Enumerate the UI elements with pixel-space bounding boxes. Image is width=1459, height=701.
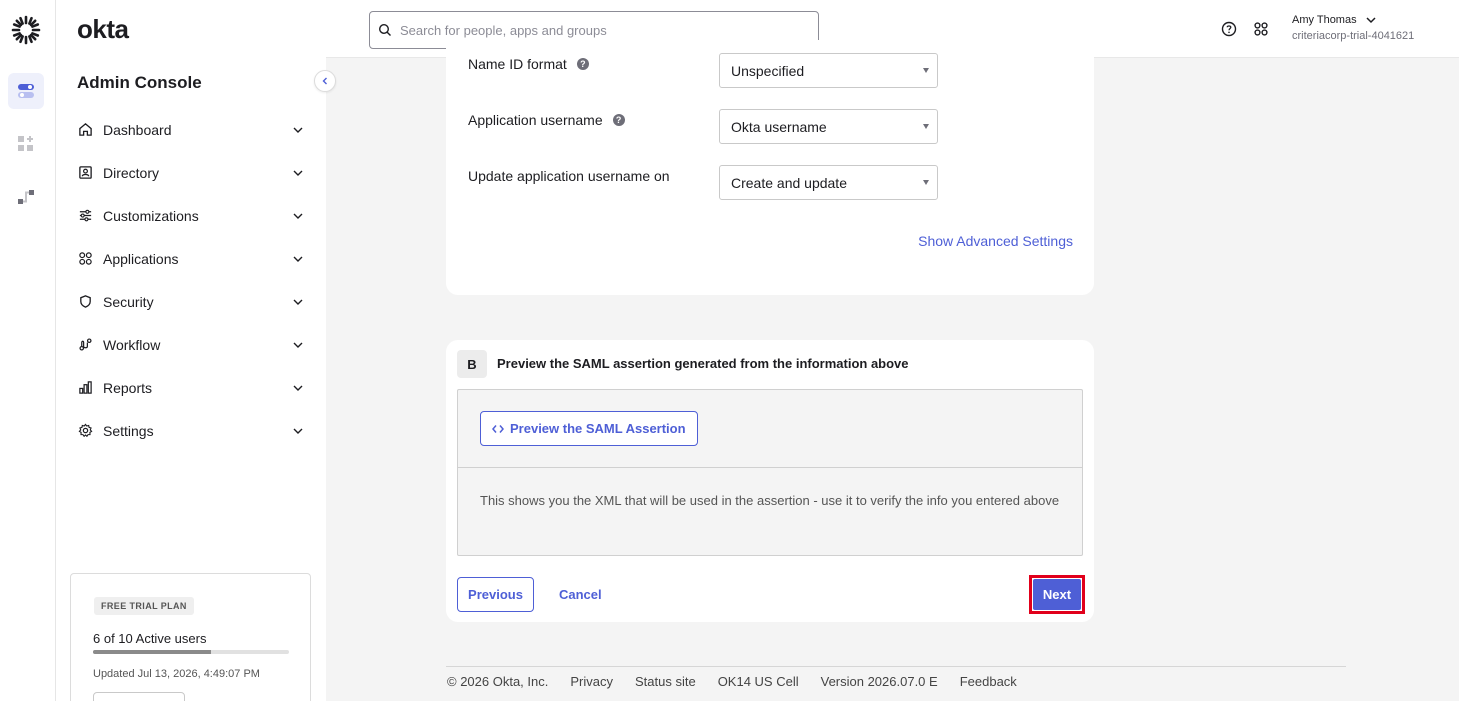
chevron-down-icon <box>293 342 303 348</box>
add-apps-rail-button[interactable] <box>8 126 44 162</box>
footer-copyright: © 2026 Okta, Inc. <box>447 674 549 689</box>
console-title: Admin Console <box>77 73 202 92</box>
update-username-row: Update application username on <box>468 168 670 184</box>
cancel-button[interactable]: Cancel <box>559 587 602 602</box>
search-icon <box>378 23 391 36</box>
shield-icon <box>79 295 91 308</box>
update-username-label: Update application username on <box>468 168 670 184</box>
sidebar-item-customizations[interactable]: Customizations <box>56 194 326 237</box>
chevron-down-icon <box>293 385 303 391</box>
toggle-icon <box>18 84 34 98</box>
chevron-down-icon <box>293 299 303 305</box>
search-input[interactable] <box>400 22 800 38</box>
app-switcher-icon[interactable] <box>1253 21 1269 37</box>
sidebar-item-label: Dashboard <box>103 121 172 138</box>
sidebar-item-reports[interactable]: Reports <box>56 366 326 409</box>
collapse-sidebar-button[interactable] <box>314 70 336 92</box>
chevron-left-icon <box>322 77 327 85</box>
workflow-rail-button[interactable] <box>8 179 44 215</box>
footer-status-link[interactable]: Status site <box>635 674 696 689</box>
show-advanced-settings-link[interactable]: Show Advanced Settings <box>918 233 1073 249</box>
name-id-format-row: Name ID format ? <box>468 56 589 72</box>
workflow-icon <box>78 338 92 351</box>
saml-preview-card: B Preview the SAML assertion generated f… <box>446 340 1094 622</box>
help-tooltip-icon[interactable]: ? <box>576 58 589 70</box>
preview-panel: Preview the SAML Assertion This shows yo… <box>457 389 1083 556</box>
directory-icon <box>78 166 92 179</box>
name-id-format-select[interactable]: Unspecified <box>719 53 938 88</box>
reports-icon <box>78 381 92 394</box>
sidebar-item-label: Settings <box>103 422 154 439</box>
chevron-down-icon <box>1366 17 1376 24</box>
footer-divider <box>446 666 1346 667</box>
updated-timestamp: Updated Jul 13, 2026, 4:49:07 PM <box>93 668 260 680</box>
sidebar-nav: Dashboard Directory Customizations Appli… <box>56 108 326 452</box>
trial-plan-card: FREE TRIAL PLAN 6 of 10 Active users Upd… <box>70 573 311 701</box>
sidebar-item-dashboard[interactable]: Dashboard <box>56 108 326 151</box>
caret-down-icon <box>923 124 929 129</box>
step-badge: B <box>457 350 487 378</box>
select-value: Unspecified <box>731 62 805 79</box>
user-name: Amy Thomas <box>1292 14 1357 26</box>
sidebar-item-settings[interactable]: Settings <box>56 409 326 452</box>
sidebar: okta Admin Console Dashboard Directory C… <box>56 0 326 701</box>
footer-feedback-link[interactable]: Feedback <box>960 674 1017 689</box>
sidebar-item-security[interactable]: Security <box>56 280 326 323</box>
apps-icon <box>78 252 92 265</box>
footer-version: Version 2026.07.0 E <box>820 674 938 689</box>
user-org: criteriacorp-trial-4041621 <box>1292 30 1415 42</box>
sidebar-item-label: Applications <box>103 250 179 267</box>
app-username-select[interactable]: Okta username <box>719 109 938 144</box>
chevron-down-icon <box>293 170 303 176</box>
chevron-down-icon <box>293 213 303 219</box>
sidebar-item-applications[interactable]: Applications <box>56 237 326 280</box>
user-menu[interactable]: Amy Thomas criteriacorp-trial-4041621 <box>1292 14 1414 42</box>
code-icon <box>492 424 504 433</box>
app-rail <box>0 0 56 701</box>
next-button[interactable]: Next <box>1033 579 1081 610</box>
sidebar-item-workflow[interactable]: Workflow <box>56 323 326 366</box>
help-icon[interactable] <box>1221 21 1237 37</box>
sidebar-item-label: Workflow <box>103 336 161 353</box>
caret-down-icon <box>923 68 929 73</box>
sidebar-item-label: Security <box>103 293 154 310</box>
step-title: Preview the SAML assertion generated fro… <box>497 356 909 371</box>
home-icon <box>78 123 92 136</box>
next-button-highlight: Next <box>1029 575 1085 614</box>
chevron-down-icon <box>293 127 303 133</box>
footer-cell: OK14 US Cell <box>717 674 799 689</box>
previous-button[interactable]: Previous <box>457 577 534 612</box>
sidebar-item-label: Reports <box>103 379 153 396</box>
app-username-row: Application username ? <box>468 112 625 128</box>
gear-icon <box>78 423 92 438</box>
update-username-select[interactable]: Create and update <box>719 165 938 200</box>
okta-logo[interactable]: okta <box>77 14 129 45</box>
app-username-label: Application username <box>468 112 603 128</box>
grid-plus-icon <box>18 136 33 151</box>
select-value: Create and update <box>731 174 847 191</box>
button-label: Preview the SAML Assertion <box>510 421 686 436</box>
sliders-icon <box>79 209 91 222</box>
footer: © 2026 Okta, Inc. Privacy Status site OK… <box>447 674 1039 689</box>
sidebar-item-label: Directory <box>103 164 160 181</box>
attribute-settings-card: Name ID format ? Unspecified Application… <box>446 40 1094 295</box>
chevron-down-icon <box>293 428 303 434</box>
footer-privacy-link[interactable]: Privacy <box>570 674 613 689</box>
trial-action-button[interactable] <box>93 692 185 701</box>
sidebar-item-directory[interactable]: Directory <box>56 151 326 194</box>
active-users-count: 6 of 10 Active users <box>93 631 207 646</box>
name-id-format-label: Name ID format <box>468 56 567 72</box>
select-value: Okta username <box>731 118 827 135</box>
workflow-rail-icon <box>18 190 34 204</box>
chevron-down-icon <box>293 256 303 262</box>
active-users-progress <box>93 650 289 654</box>
trial-badge: FREE TRIAL PLAN <box>94 597 194 615</box>
caret-down-icon <box>923 180 929 185</box>
preview-description: This shows you the XML that will be used… <box>480 493 1060 508</box>
okta-sunburst-icon[interactable] <box>10 14 42 46</box>
help-tooltip-icon[interactable]: ? <box>612 114 625 126</box>
admin-console-rail-button[interactable] <box>8 73 44 109</box>
sidebar-item-label: Customizations <box>103 207 199 224</box>
preview-saml-assertion-button[interactable]: Preview the SAML Assertion <box>480 411 698 446</box>
